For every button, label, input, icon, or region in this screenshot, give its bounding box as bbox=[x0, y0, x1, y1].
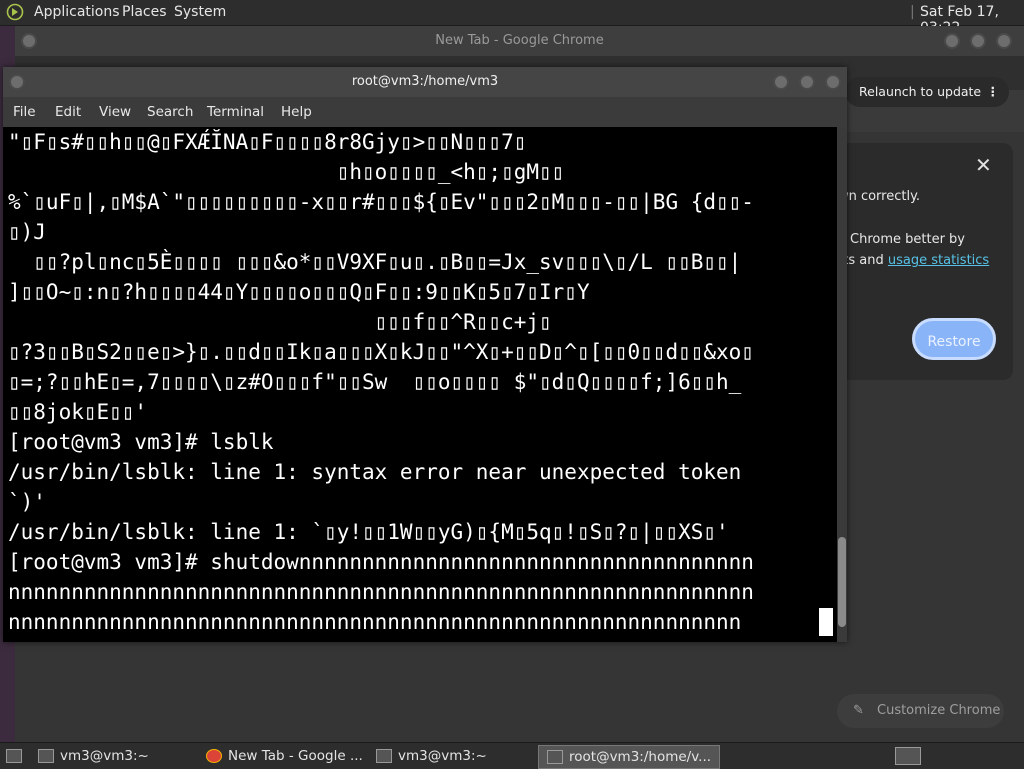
popup-message-line3: orts and usage statistics bbox=[830, 253, 989, 268]
pencil-icon: ✎ bbox=[853, 703, 864, 718]
menu-file[interactable]: File bbox=[13, 104, 36, 120]
terminal-line: "▯F▯s#▯▯h▯▯@▯FXǼĬNA▯F▯▯▯▯8r8Gjy▯>▯▯N▯▯▯7… bbox=[8, 130, 527, 154]
chrome-maximize-button[interactable] bbox=[970, 33, 986, 49]
terminal-line: nnnnnnnnnnnnnnnnnnnnnnnnnnnnnnnnnnnnnnnn… bbox=[8, 610, 742, 634]
terminal-line: ▯h▯o▯▯▯▯_<h▯;▯gM▯▯ bbox=[8, 160, 565, 184]
menu-help[interactable]: Help bbox=[281, 104, 312, 120]
task-label: vm3@vm3:~ bbox=[60, 748, 149, 764]
terminal-output[interactable]: "▯F▯s#▯▯h▯▯@▯FXǼĬNA▯F▯▯▯▯8r8Gjy▯>▯▯N▯▯▯7… bbox=[8, 127, 834, 637]
close-icon[interactable]: ✕ bbox=[975, 153, 992, 177]
terminal-scrollbar[interactable] bbox=[837, 127, 847, 642]
terminal-close-button[interactable] bbox=[825, 74, 841, 90]
task-terminal-vm3[interactable]: vm3@vm3:~ bbox=[38, 745, 149, 767]
terminal-window: root@vm3:/home/vm3 File Edit View Search… bbox=[3, 67, 847, 642]
menu-system[interactable]: System bbox=[174, 4, 226, 20]
terminal-icon bbox=[376, 749, 392, 763]
chrome-minimize-button[interactable] bbox=[944, 33, 960, 49]
menu-terminal[interactable]: Terminal bbox=[207, 104, 264, 120]
terminal-scroll-thumb[interactable] bbox=[838, 537, 846, 627]
chrome-window-title: New Tab - Google Chrome bbox=[435, 33, 604, 48]
terminal-window-title: root@vm3:/home/vm3 bbox=[351, 74, 499, 89]
workspace-switcher[interactable] bbox=[895, 745, 927, 767]
terminal-maximize-button[interactable] bbox=[799, 74, 815, 90]
terminal-minimize-button[interactable] bbox=[773, 74, 789, 90]
terminal-line: nnnnnnnnnnnnnnnnnnnnnnnnnnnnnnnnnnnnnnnn… bbox=[8, 580, 754, 604]
relaunch-label: Relaunch to update bbox=[859, 84, 982, 99]
terminal-line: ▯▯8jok▯E▯▯' bbox=[8, 400, 148, 424]
restore-popup: ✕ own correctly. Chrome better by orts a… bbox=[820, 143, 1013, 380]
desktop-icon bbox=[6, 749, 22, 763]
usage-statistics-link[interactable]: usage statistics bbox=[888, 253, 989, 268]
chrome-window-menu-button[interactable] bbox=[21, 33, 37, 49]
app-logo-icon[interactable] bbox=[6, 3, 24, 21]
show-desktop-icon[interactable] bbox=[6, 745, 28, 767]
chrome-close-button[interactable] bbox=[996, 33, 1012, 49]
terminal-icon bbox=[38, 749, 54, 763]
terminal-line: ▯)J bbox=[8, 220, 46, 244]
popup-message-line2: Chrome better by bbox=[850, 232, 965, 247]
terminal-cursor bbox=[819, 608, 833, 636]
terminal-line: /usr/bin/lsblk: line 1: syntax error nea… bbox=[8, 460, 742, 484]
terminal-window-menu-button[interactable] bbox=[9, 74, 25, 90]
terminal-line: ▯=;?▯▯hE▯=,7▯▯▯▯\▯z#O▯▯▯f"▯▯Sw ▯▯o▯▯▯▯ $… bbox=[8, 370, 742, 394]
menu-applications[interactable]: Applications bbox=[34, 4, 120, 20]
restore-button[interactable]: Restore bbox=[912, 318, 996, 360]
task-terminal-root[interactable]: root@vm3:/home/v... bbox=[538, 745, 721, 769]
panel-separator: | bbox=[910, 4, 915, 20]
terminal-line: [root@vm3 vm3]# lsblk bbox=[8, 430, 274, 454]
task-label: root@vm3:/home/v... bbox=[569, 749, 712, 765]
workspace-icon bbox=[895, 747, 921, 765]
terminal-line: /usr/bin/lsblk: line 1: `▯y!▯▯1W▯▯yG)▯{M… bbox=[8, 520, 729, 544]
task-chrome[interactable]: New Tab - Google ... bbox=[206, 745, 363, 767]
chrome-titlebar[interactable]: New Tab - Google Chrome bbox=[15, 26, 1024, 56]
terminal-titlebar[interactable]: root@vm3:/home/vm3 bbox=[3, 67, 847, 97]
terminal-line: %`▯uF▯|,▯M$A`"▯▯▯▯▯▯▯▯▯-x▯▯r#▯▯▯${▯Ev"▯▯… bbox=[8, 190, 754, 214]
relaunch-to-update-button[interactable]: Relaunch to update ⋮ bbox=[845, 77, 1010, 107]
terminal-icon bbox=[547, 750, 563, 764]
task-label: vm3@vm3:~ bbox=[398, 748, 487, 764]
menu-search[interactable]: Search bbox=[147, 104, 193, 120]
terminal-line: [root@vm3 vm3]# shutdownnnnnnnnnnnnnnnnn… bbox=[8, 550, 754, 574]
terminal-line: ▯?3▯▯B▯S2▯▯e▯>}▯.▯▯d▯▯Ik▯a▯▯▯X▯kJ▯▯"^X▯+… bbox=[8, 340, 754, 364]
task-terminal-vm3-2[interactable]: vm3@vm3:~ bbox=[372, 745, 491, 767]
menu-edit[interactable]: Edit bbox=[55, 104, 81, 120]
menu-view[interactable]: View bbox=[99, 104, 131, 120]
taskbar: vm3@vm3:~ New Tab - Google ... vm3@vm3:~… bbox=[0, 742, 1024, 769]
customize-chrome-button[interactable]: ✎ Customize Chrome bbox=[837, 694, 1004, 728]
terminal-line: ]▯▯O~▯:n▯?h▯▯▯▯44▯Y▯▯▯▯o▯▯▯Q▯F▯▯:9▯▯K▯5▯… bbox=[8, 280, 590, 304]
terminal-line: ▯▯▯f▯▯^R▯▯c+j▯ bbox=[8, 310, 552, 334]
terminal-line: ▯▯?pl▯nc▯5È▯▯▯▯ ▯▯▯&o*▯▯V9XF▯u▯.▯B▯▯=Jx_… bbox=[8, 250, 742, 274]
terminal-menubar: File Edit View Search Terminal Help bbox=[3, 97, 847, 127]
task-label: New Tab - Google ... bbox=[228, 748, 363, 764]
menu-places[interactable]: Places bbox=[122, 4, 167, 20]
chrome-icon bbox=[206, 749, 222, 763]
more-menu-icon[interactable]: ⋮ bbox=[987, 77, 1000, 107]
customize-label: Customize Chrome bbox=[877, 703, 1001, 718]
top-panel: Applications Places System | Sat Feb 17,… bbox=[0, 0, 1024, 36]
terminal-line: `)' bbox=[8, 490, 46, 514]
